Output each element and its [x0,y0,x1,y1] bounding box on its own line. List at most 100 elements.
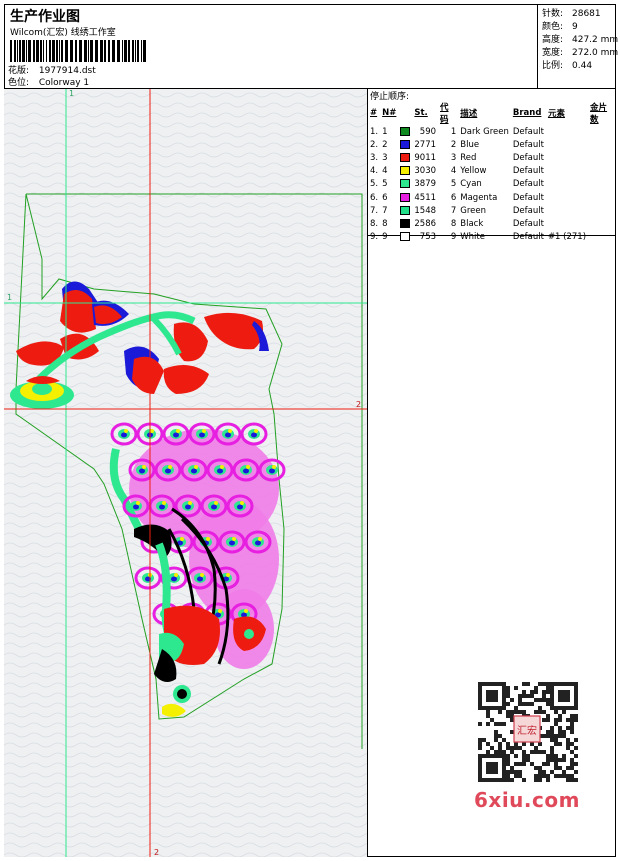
col-sequins: 金片数 [590,103,608,125]
row-element [546,138,588,151]
row-description: Red [460,152,477,163]
barcode [10,40,146,62]
design-canvas[interactable]: 1 1 2 2 [4,89,368,857]
row-swatch [398,151,412,164]
row-needle: 3 [382,152,388,163]
flower-center [32,383,52,395]
stop-row[interactable]: 4. 4 3030 4 Yellow Default [368,165,616,178]
colorway-row: 色位: Colorway 1 [8,75,89,88]
row-stitches: 9011 [414,152,437,163]
stats-panel: 针数: 28681 颜色: 9 高度: 427.2 mm 宽度: 272.0 mm 比例… [538,4,618,89]
stop-row[interactable]: 3. 3 9011 3 Red Default [368,151,616,164]
row-brand: Default [512,152,544,163]
stop-row[interactable]: 6. 6 4511 6 Magenta Default [368,191,616,204]
col-needle: N# [382,108,397,118]
row-needle: 5 [382,179,388,190]
row-sequins [588,138,616,151]
row-swatch [398,138,412,151]
row-sequins [588,125,616,138]
stat-label: 比例: [542,61,564,71]
stat-colors: 颜色: 9 [542,19,578,32]
row-stitches: 2771 [414,139,437,150]
row-element [546,191,588,204]
stop-row[interactable]: 8. 8 2586 8 Black Default [368,217,616,230]
row-index: 5. [370,179,379,190]
row-swatch [398,178,412,191]
row-stitches: 3030 [414,166,437,177]
stat-scale: 比例: 0.44 [542,58,592,71]
row-brand: Default [512,179,544,190]
row-code: 4 [450,166,457,177]
stop-row[interactable]: 2. 2 2771 2 Blue Default [368,138,616,151]
guide-label: 1 [69,89,74,98]
col-description: 描述 [460,109,478,119]
color-swatch [400,218,411,228]
row-element [546,125,588,138]
row-needle: 6 [382,192,388,203]
flower-center [244,629,254,639]
row-code: 7 [450,205,457,216]
row-needle: 7 [382,205,388,216]
row-stitches: 753 [419,232,437,243]
stat-label: 宽度: [542,48,564,58]
stop-row[interactable]: 7. 7 1548 7 Green Default [368,204,616,217]
row-index: 3. [370,152,379,163]
stop-row[interactable]: 5. 5 3879 5 Cyan Default [368,178,616,191]
row-description: Cyan [460,179,482,190]
row-index: 6. [370,192,379,203]
guide-label: 2 [356,400,361,409]
stat-value: 28681 [572,9,601,19]
guide-label: 2 [154,848,159,857]
row-needle: 8 [382,218,388,229]
stat-label: 颜色: [542,22,564,32]
qr-code: 汇宏 [472,680,584,784]
colorway-value: Colorway 1 [38,78,90,88]
row-sequins [588,204,616,217]
row-needle: 2 [382,139,388,150]
row-description: Magenta [460,192,498,203]
row-code: 5 [450,179,457,190]
row-sequins [588,165,616,178]
row-stitches: 3879 [414,179,437,190]
row-stitches: 4511 [414,192,437,203]
guide-label: 1 [7,293,12,302]
row-sequins [588,231,616,244]
row-brand: Default [512,192,544,203]
page-title: 生产作业图 [10,9,80,25]
row-stitches: 590 [419,126,437,137]
row-description: Dark Green [460,126,509,137]
stat-height: 高度: 427.2 mm [542,32,618,45]
row-code: 9 [450,232,457,243]
row-code: 2 [450,139,457,150]
col-stitches: St. [414,108,428,118]
row-index: 9. [370,232,379,243]
color-swatch [400,232,411,242]
stat-value: 0.44 [572,61,593,71]
company-name: Wilcom(汇宏) 线绣工作室 [10,28,116,38]
row-sequins [588,217,616,230]
color-swatch [400,192,411,202]
row-code: 6 [450,192,457,203]
row-sequins [588,151,616,164]
stop-row[interactable]: 1. 1 590 1 Dark Green Default [368,125,616,138]
row-code: 3 [450,152,457,163]
row-brand: Default [512,126,544,137]
row-index: 7. [370,205,379,216]
color-swatch [400,205,411,215]
bud-center [177,689,187,699]
row-swatch [398,204,412,217]
row-element [546,151,588,164]
row-brand: Default [512,232,544,243]
row-needle: 4 [382,166,388,177]
row-index: 2. [370,139,379,150]
stat-width: 宽度: 272.0 mm [542,45,618,58]
row-description: Yellow [460,166,487,177]
stop-row[interactable]: 9. 9 753 9 White Default #1 (271) [368,231,616,244]
row-element: #1 (271) [547,232,587,243]
row-brand: Default [512,139,544,150]
row-element [546,178,588,191]
row-code: 8 [450,218,457,229]
color-swatch [400,152,411,162]
stat-label: 高度: [542,35,564,45]
row-stitches: 1548 [414,205,437,216]
